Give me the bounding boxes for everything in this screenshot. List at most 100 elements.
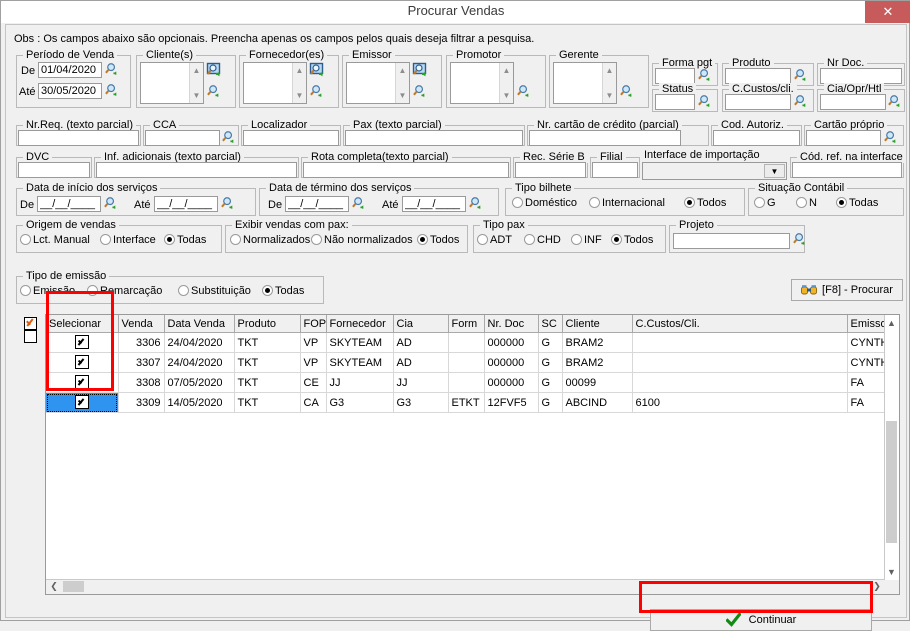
table-row[interactable]: 3307 24/04/2020 TKT VP SKYTEAM AD 000000… bbox=[46, 352, 898, 373]
search-icon[interactable] bbox=[698, 68, 713, 83]
gutter-unchecked-icon[interactable] bbox=[24, 330, 37, 343]
col-nr-doc[interactable]: Nr. Doc bbox=[484, 315, 539, 333]
nr-doc-input[interactable] bbox=[820, 68, 902, 84]
col-selecionar[interactable]: Selecionar bbox=[46, 315, 119, 333]
pick-list-icon[interactable] bbox=[309, 62, 326, 79]
filial-input[interactable] bbox=[592, 162, 638, 178]
fornecedores-listbox[interactable]: ▲ ▼ bbox=[243, 62, 307, 104]
cod-autoriz-input[interactable] bbox=[713, 130, 800, 146]
chevron-up-icon[interactable]: ▲ bbox=[293, 65, 306, 76]
listbox-scrollbar[interactable]: ▲ ▼ bbox=[499, 63, 513, 103]
radio-tipo-bilhete-domestico[interactable]: Doméstico bbox=[512, 197, 577, 209]
vendas-grid[interactable]: Selecionar Venda Data Venda Produto FOP … bbox=[45, 314, 900, 595]
search-icon[interactable] bbox=[207, 84, 222, 99]
chevron-down-icon[interactable]: ▼ bbox=[885, 564, 898, 580]
chevron-down-icon[interactable]: ▼ bbox=[293, 90, 306, 101]
periodo-de-input[interactable] bbox=[38, 62, 102, 78]
forma-pgt-input[interactable] bbox=[655, 68, 695, 84]
rec-serie-b-input[interactable] bbox=[515, 162, 586, 178]
col-venda[interactable]: Venda bbox=[118, 315, 165, 333]
search-icon[interactable] bbox=[310, 84, 325, 99]
search-icon[interactable] bbox=[413, 84, 428, 99]
radio-tipo-pax-todos[interactable]: Todos bbox=[611, 234, 653, 246]
col-fop[interactable]: FOP bbox=[300, 315, 327, 333]
listbox-scrollbar[interactable]: ▲ ▼ bbox=[292, 63, 306, 103]
cell-selecionar[interactable] bbox=[46, 372, 119, 393]
search-icon[interactable] bbox=[469, 196, 484, 211]
checkbox-icon[interactable] bbox=[74, 335, 89, 349]
search-icon[interactable] bbox=[105, 62, 120, 77]
interface-importacao-dropdown[interactable]: ▼ bbox=[642, 162, 787, 180]
cell-selecionar[interactable] bbox=[46, 332, 119, 353]
radio-origem-todas[interactable]: Todas bbox=[164, 234, 206, 246]
col-fornecedor[interactable]: Fornecedor bbox=[326, 315, 394, 333]
checkbox-icon[interactable] bbox=[74, 375, 89, 389]
col-data-venda[interactable]: Data Venda bbox=[164, 315, 235, 333]
col-produto[interactable]: Produto bbox=[234, 315, 301, 333]
radio-situacao-n[interactable]: N bbox=[796, 197, 817, 209]
cca-input[interactable] bbox=[145, 130, 220, 146]
radio-pax-nao-normalizados[interactable]: Não normalizados bbox=[311, 234, 413, 246]
rota-completa-input[interactable] bbox=[303, 162, 509, 178]
pax-input[interactable] bbox=[345, 130, 523, 146]
checkbox-icon[interactable] bbox=[74, 395, 89, 409]
radio-situacao-g[interactable]: G bbox=[754, 197, 776, 209]
gutter-checked-icon[interactable] bbox=[24, 317, 37, 330]
chevron-up-icon[interactable]: ▲ bbox=[190, 65, 203, 76]
emissor-listbox[interactable]: ▲ ▼ bbox=[346, 62, 410, 104]
produto-input[interactable] bbox=[725, 68, 791, 84]
pick-list-icon[interactable] bbox=[206, 62, 223, 79]
chevron-down-icon[interactable]: ▼ bbox=[190, 90, 203, 101]
chevron-down-icon[interactable]: ▼ bbox=[764, 164, 785, 178]
scrollbar-thumb[interactable] bbox=[886, 421, 897, 543]
search-icon[interactable] bbox=[620, 84, 635, 99]
chevron-up-icon[interactable]: ▲ bbox=[396, 65, 409, 76]
radio-tipo-emissao-emissao[interactable]: Emissão bbox=[20, 285, 75, 297]
search-icon[interactable] bbox=[517, 84, 532, 99]
cia-opr-htl-input[interactable] bbox=[820, 94, 886, 110]
grid-vertical-scrollbar[interactable]: ▲ ▼ bbox=[884, 315, 899, 580]
table-row[interactable]: 3308 07/05/2020 TKT CE JJ JJ 000000 G 00… bbox=[46, 372, 898, 393]
chevron-up-icon[interactable]: ▲ bbox=[885, 315, 898, 331]
col-cia[interactable]: Cia bbox=[393, 315, 449, 333]
cartao-proprio-input[interactable] bbox=[806, 130, 881, 146]
scrollbar-thumb[interactable] bbox=[63, 581, 84, 592]
localizador-input[interactable] bbox=[243, 130, 339, 146]
radio-situacao-todas[interactable]: Todas bbox=[836, 197, 878, 209]
radio-origem-interface[interactable]: Interface bbox=[100, 234, 156, 246]
chevron-left-icon[interactable]: ❮ bbox=[46, 580, 62, 593]
data-termino-de-input[interactable] bbox=[285, 196, 349, 212]
pick-list-icon[interactable] bbox=[412, 62, 429, 79]
radio-pax-normalizados[interactable]: Normalizados bbox=[230, 234, 310, 246]
chevron-up-icon[interactable]: ▲ bbox=[500, 65, 513, 76]
ccustos-cli-input[interactable] bbox=[725, 94, 791, 110]
search-icon[interactable] bbox=[884, 130, 899, 145]
radio-tipo-pax-chd[interactable]: CHD bbox=[524, 234, 561, 246]
listbox-scrollbar[interactable]: ▲ ▼ bbox=[602, 63, 616, 103]
table-row[interactable]: 3309 14/05/2020 TKT CA G3 G3 ETKT 12FVF5… bbox=[46, 392, 898, 413]
search-icon[interactable] bbox=[104, 196, 119, 211]
procurar-button[interactable]: [F8] - Procurar bbox=[791, 279, 903, 301]
search-icon[interactable] bbox=[793, 232, 808, 247]
radio-tipo-bilhete-todos[interactable]: Todos bbox=[684, 197, 726, 209]
radio-tipo-bilhete-internacional[interactable]: Internacional bbox=[589, 197, 665, 209]
radio-tipo-emissao-substituicao[interactable]: Substituição bbox=[178, 285, 251, 297]
search-icon[interactable] bbox=[888, 94, 903, 109]
radio-tipo-pax-adt[interactable]: ADT bbox=[477, 234, 512, 246]
projeto-input[interactable] bbox=[673, 233, 790, 249]
nr-req-input[interactable] bbox=[18, 130, 139, 146]
search-icon[interactable] bbox=[698, 94, 713, 109]
listbox-scrollbar[interactable]: ▲ ▼ bbox=[189, 63, 203, 103]
data-termino-ate-input[interactable] bbox=[402, 196, 466, 212]
chevron-up-icon[interactable]: ▲ bbox=[603, 65, 616, 76]
radio-pax-todos[interactable]: Todos bbox=[417, 234, 459, 246]
nr-cartao-credito-input[interactable] bbox=[529, 130, 681, 146]
search-icon[interactable] bbox=[794, 94, 809, 109]
radio-tipo-pax-inf[interactable]: INF bbox=[571, 234, 602, 246]
cell-selecionar[interactable] bbox=[46, 392, 119, 413]
close-icon[interactable]: ✕ bbox=[865, 1, 910, 23]
radio-tipo-emissao-todas[interactable]: Todas bbox=[262, 285, 304, 297]
search-icon[interactable] bbox=[221, 196, 236, 211]
search-icon[interactable] bbox=[352, 196, 367, 211]
checkbox-icon[interactable] bbox=[74, 355, 89, 369]
